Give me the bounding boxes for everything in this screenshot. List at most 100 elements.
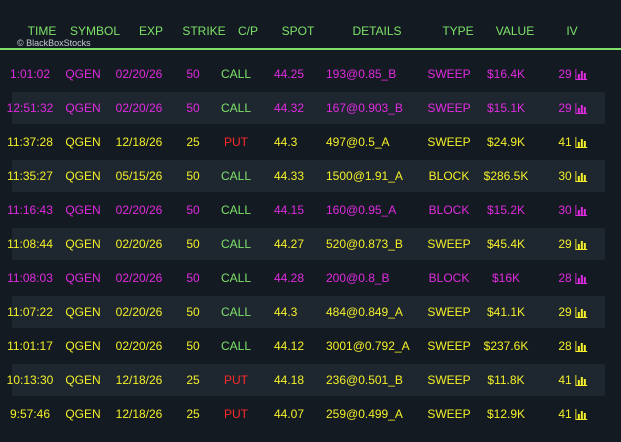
cell-exp: 02/20/26 <box>115 339 163 353</box>
table-row[interactable]: 1:01:02 QGEN 02/20/26 50 CALL 44.25 193@0.85_B… <box>10 58 605 90</box>
iv-value: 28 <box>558 339 572 353</box>
bar-chart-icon[interactable] <box>575 306 588 318</box>
header-spot[interactable]: SPOT <box>282 24 315 38</box>
cell-spot: 44.25 <box>274 67 305 81</box>
bar-chart-icon[interactable] <box>575 272 588 284</box>
cell-cp: CALL <box>220 305 252 319</box>
cell-exp: 12/18/26 <box>115 135 163 149</box>
cell-strike: 50 <box>186 305 200 319</box>
cell-strike: 25 <box>186 407 200 421</box>
bar-chart-icon[interactable] <box>575 238 588 250</box>
cell-iv: 30 <box>558 203 588 217</box>
bar-chart-icon[interactable] <box>575 170 588 182</box>
table-row[interactable]: 11:08:44 QGEN 02/20/26 50 CALL 44.27 520@0.873… <box>7 228 605 260</box>
iv-value: 29 <box>558 67 572 81</box>
cell-spot: 44.3 <box>274 135 298 149</box>
cell-type: BLOCK <box>428 271 470 285</box>
cell-cp: CALL <box>220 203 252 217</box>
table-row[interactable]: 11:01:17 QGEN 02/20/26 50 CALL 44.12 3001@0.79… <box>7 330 605 362</box>
table-row[interactable]: 9:57:46 QGEN 12/18/26 25 PUT 44.07 259@0.499_A… <box>10 398 605 430</box>
cell-value: $24.9K <box>486 135 526 149</box>
cell-time: 11:08:44 <box>7 237 53 251</box>
iv-value: 28 <box>558 271 572 285</box>
cell-symbol: QGEN <box>65 407 101 421</box>
iv-value: 30 <box>558 169 572 183</box>
cell-strike: 50 <box>186 67 200 81</box>
header-type[interactable]: TYPE <box>442 24 473 38</box>
cell-spot: 44.27 <box>274 237 305 251</box>
header-strike[interactable]: STRIKE <box>182 24 225 38</box>
table-row[interactable]: 12:51:32 QGEN 02/20/26 50 CALL 44.32 167@0.903… <box>7 92 605 124</box>
table-row[interactable]: 11:37:28 QGEN 12/18/26 25 PUT 44.3 497@0.5_A SW… <box>7 126 605 158</box>
header-value[interactable]: VALUE <box>496 24 534 38</box>
bar-chart-icon[interactable] <box>575 374 588 386</box>
cell-strike: 50 <box>186 237 200 251</box>
cell-cp: CALL <box>220 237 252 251</box>
bar-chart-icon[interactable] <box>575 204 588 216</box>
cell-strike: 50 <box>186 339 200 353</box>
options-flow-panel: TIME SYMBOL EXP STRIKE C/P SPOT DETAILS … <box>0 0 621 442</box>
iv-value: 29 <box>558 101 572 115</box>
cell-strike: 50 <box>186 203 200 217</box>
cell-iv: 28 <box>558 271 588 285</box>
iv-value: 41 <box>558 135 572 149</box>
cell-details: 193@0.85_B <box>326 67 397 81</box>
header-iv[interactable]: IV <box>566 24 577 38</box>
table-row[interactable]: 11:16:43 QGEN 02/20/26 50 CALL 44.15 160@0.95_… <box>7 194 605 226</box>
cell-time: 11:08:03 <box>7 271 53 285</box>
cell-type: SWEEP <box>427 101 471 115</box>
cell-exp: 02/20/26 <box>115 271 163 285</box>
cell-spot: 44.12 <box>274 339 305 353</box>
cell-strike: 50 <box>186 271 200 285</box>
table-row[interactable]: 11:08:03 QGEN 02/20/26 50 CALL 44.28 200@0.8_B… <box>7 262 605 294</box>
cell-value: $15.1K <box>486 101 526 115</box>
cell-symbol: QGEN <box>65 169 101 183</box>
header-details[interactable]: DETAILS <box>352 24 401 38</box>
cell-time: 11:16:43 <box>7 203 53 217</box>
cell-value: $45.4K <box>486 237 526 251</box>
cell-strike: 25 <box>186 135 200 149</box>
cell-exp: 02/20/26 <box>115 237 163 251</box>
cell-exp: 02/20/26 <box>115 101 163 115</box>
cell-spot: 44.07 <box>274 407 305 421</box>
cell-details: 3001@0.792_A <box>326 339 410 353</box>
bar-chart-icon[interactable] <box>575 68 588 80</box>
cell-iv: 41 <box>558 407 588 421</box>
table-row[interactable]: 11:35:27 QGEN 05/15/26 50 CALL 44.33 1500@1.91… <box>7 160 605 192</box>
cell-exp: 02/20/26 <box>115 67 163 81</box>
cell-iv: 30 <box>558 169 588 183</box>
header-cp[interactable]: C/P <box>238 24 258 38</box>
header-exp[interactable]: EXP <box>139 24 163 38</box>
cell-details: 160@0.95_A <box>326 203 397 217</box>
cell-time: 11:35:27 <box>7 169 53 183</box>
cell-symbol: QGEN <box>65 237 101 251</box>
cell-cp: PUT <box>224 373 248 387</box>
cell-spot: 44.3 <box>274 305 298 319</box>
cell-details: 167@0.903_B <box>326 101 403 115</box>
cell-type: BLOCK <box>428 169 470 183</box>
cell-details: 484@0.849_A <box>326 305 403 319</box>
cell-time: 12:51:32 <box>6 101 54 115</box>
table-row[interactable]: 11:07:22 QGEN 02/20/26 50 CALL 44.3 484@0.849_… <box>7 296 605 328</box>
cell-value: $16K <box>491 271 521 285</box>
cell-time: 11:37:28 <box>7 135 53 149</box>
cell-exp: 12/18/26 <box>115 407 163 421</box>
cell-iv: 29 <box>558 305 588 319</box>
header-time[interactable]: TIME <box>28 24 57 38</box>
bar-chart-icon[interactable] <box>575 408 588 420</box>
cell-symbol: QGEN <box>65 373 101 387</box>
bar-chart-icon[interactable] <box>575 102 588 114</box>
cell-details: 259@0.499_A <box>326 407 403 421</box>
cell-iv: 28 <box>558 339 588 353</box>
cell-cp: CALL <box>220 169 252 183</box>
cell-iv: 29 <box>558 237 588 251</box>
bar-chart-icon[interactable] <box>575 340 588 352</box>
cell-type: BLOCK <box>428 203 470 217</box>
cell-type: SWEEP <box>427 135 471 149</box>
cell-spot: 44.32 <box>274 101 305 115</box>
cell-time: 11:01:17 <box>7 339 53 353</box>
table-row[interactable]: 10:13:30 QGEN 12/18/26 25 PUT 44.18 236@0.501_… <box>7 364 605 396</box>
header-symbol[interactable]: SYMBOL <box>70 24 120 38</box>
bar-chart-icon[interactable] <box>575 136 588 148</box>
cell-time: 10:13:30 <box>6 373 54 387</box>
